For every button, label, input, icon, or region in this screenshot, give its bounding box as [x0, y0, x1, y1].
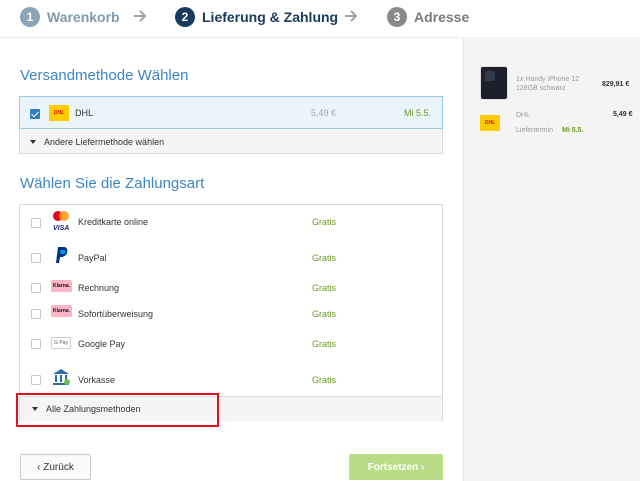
order-summary: 1x Handy iPhone 12 128GB schwarz 829,91 … [463, 37, 640, 481]
dhl-logo-icon: DHL [480, 115, 500, 131]
shipping-option-dhl[interactable]: DHL DHL 5,49 € Mi 5.5. [19, 96, 443, 129]
shipping-box: DHL DHL 5,49 € Mi 5.5. Andere Liefermeth… [19, 96, 443, 154]
payment-name: Sofortüberweisung [78, 309, 154, 319]
step-lieferung-zahlung: 2 Lieferung & Zahlung [175, 6, 338, 28]
summary-shipping-name: DHL [516, 112, 531, 119]
checkout-stepper: 1 Warenkorb 2 Lieferung & Zahlung 3 Adre… [0, 0, 640, 36]
paypal-icon [56, 247, 68, 263]
shipping-title: Versandmethode Wählen [20, 67, 189, 84]
payment-option-rechnung[interactable]: Klarna. Rechnung Gratis [20, 275, 442, 301]
payment-checkbox[interactable] [31, 375, 41, 385]
payment-checkbox[interactable] [31, 218, 41, 228]
payment-name: Vorkasse [78, 375, 116, 385]
dhl-logo-icon: DHL [49, 105, 69, 121]
klarna-icon: Klarna. [51, 305, 72, 317]
payment-price: Gratis [312, 217, 337, 227]
payment-checkbox[interactable] [31, 253, 41, 263]
klarna-icon: Klarna. [51, 280, 72, 292]
step-adresse: 3 Adresse [387, 6, 469, 28]
payment-checkbox[interactable] [31, 283, 41, 293]
product-line2: 128GB schwarz [516, 85, 566, 92]
other-shipping-label: Andere Liefermethode wählen [44, 137, 165, 147]
step-number: 2 [175, 7, 195, 27]
payment-title: Wählen Sie die Zahlungsart [20, 175, 205, 192]
delivery-date: Mi 5.5. [562, 127, 584, 134]
back-button[interactable]: ‹ Zurück [20, 454, 91, 480]
step-label: Adresse [414, 9, 470, 25]
payment-option-vorkasse[interactable]: Vorkasse Gratis [20, 363, 442, 395]
payment-name: Rechnung [78, 283, 120, 293]
payment-option-kreditkarte[interactable]: VISA Kreditkarte online Gratis [20, 205, 442, 239]
step-number: 1 [20, 7, 40, 27]
shipping-checkbox[interactable] [30, 109, 40, 119]
arrow-right-icon [134, 10, 147, 22]
payment-price: Gratis [312, 253, 337, 263]
payment-checkbox[interactable] [31, 309, 41, 319]
google-pay-icon: G Pay [51, 337, 71, 349]
mastercard-visa-icon: VISA [53, 211, 69, 232]
svg-text:VISA: VISA [53, 225, 69, 232]
summary-shipping-price: 5,49 € [613, 111, 633, 118]
payment-option-sofortueberweisung[interactable]: Klarna. Sofortüberweisung Gratis [20, 301, 442, 327]
product-price: 829,91 € [602, 81, 630, 88]
highlight-box [16, 393, 219, 427]
shipping-price: 5,49 € [311, 108, 337, 118]
step-label: Lieferung & Zahlung [202, 9, 339, 25]
payment-price: Gratis [312, 283, 337, 293]
payment-name: PayPal [78, 253, 107, 263]
payment-price: Gratis [312, 339, 337, 349]
continue-button[interactable]: Fortsetzen › [349, 454, 443, 480]
delivery-label: Liefertermin [516, 127, 553, 134]
caret-down-icon [30, 140, 36, 144]
payment-option-google-pay[interactable]: G Pay Google Pay Gratis [20, 329, 442, 359]
step-number: 3 [387, 7, 407, 27]
payment-checkbox[interactable] [31, 339, 41, 349]
payment-box: VISA Kreditkarte online Gratis PayPal Gr… [19, 204, 443, 421]
bank-icon [53, 369, 70, 385]
product-image [480, 66, 508, 100]
step-warenkorb[interactable]: 1 Warenkorb [20, 6, 120, 28]
step-label: Warenkorb [47, 9, 120, 25]
payment-name: Kreditkarte online [78, 217, 149, 227]
shipping-name: DHL [75, 108, 94, 118]
payment-price: Gratis [312, 309, 337, 319]
payment-price: Gratis [312, 375, 337, 385]
other-shipping-toggle[interactable]: Andere Liefermethode wählen [20, 130, 442, 154]
payment-option-paypal[interactable]: PayPal Gratis [20, 241, 442, 273]
arrow-right-icon [345, 10, 358, 22]
shipping-date: Mi 5.5. [404, 108, 432, 118]
payment-name: Google Pay [78, 339, 126, 349]
